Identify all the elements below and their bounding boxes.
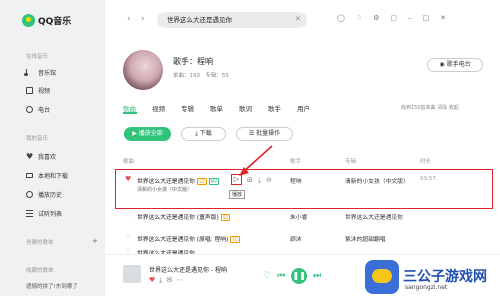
radio-icon — [26, 106, 33, 113]
sidebar-item-label: 播放历史 — [38, 192, 63, 199]
sidebar-item-label: 电台 — [38, 107, 51, 114]
sidebar-item-label: 音乐馆 — [38, 70, 57, 77]
add-playlist-icon[interactable]: + — [92, 237, 98, 245]
sidebar-item-local-downloads[interactable]: 本地和下载 — [26, 171, 68, 180]
sidebar-item-radio[interactable]: 电台 — [26, 105, 50, 114]
sidebar-section-my-music: 我的音乐 — [26, 136, 49, 142]
now-playing-title[interactable]: 世界这么大还是遇见你 - 程响 — [149, 265, 227, 274]
watermark-name: 三公子游戏网 — [403, 269, 487, 285]
heart-icon — [26, 153, 33, 160]
comment-icon[interactable]: ✉ — [166, 276, 172, 285]
like-icon[interactable]: ♥ — [149, 276, 155, 285]
sidebar: QQ音乐 在线音乐 音乐馆 视频 电台 我的音乐 我喜欢 本地和下载 播放历史 … — [0, 0, 105, 296]
like-heart-icon[interactable]: ♡ — [263, 271, 271, 281]
sidebar-section-created[interactable]: 创建的歌单 — [26, 238, 54, 246]
sidebar-section-online: 在线音乐 — [26, 54, 49, 60]
playback-controls: ♡ ⏮ ❚❚ ⏭ — [263, 268, 321, 284]
sidebar-item-favorites[interactable]: 我喜欢 — [26, 152, 56, 161]
app-name: QQ音乐 — [38, 17, 72, 27]
more-icon[interactable]: ⋯ — [176, 276, 183, 285]
sidebar-item-label: 试听列表 — [38, 211, 63, 218]
sidebar-item-collected-playlist[interactable]: 遗憾的拼了!东到哪了 — [26, 282, 78, 290]
site-watermark: 三公子游戏网 sangongzi.net — [365, 258, 500, 296]
sidebar-item-label: 我喜欢 — [38, 154, 57, 161]
history-icon — [26, 191, 33, 198]
app-logo[interactable]: QQ音乐 — [22, 14, 71, 27]
next-icon[interactable]: ⏭ — [313, 271, 321, 281]
sidebar-item-label: 本地和下载 — [38, 173, 69, 180]
video-icon — [26, 87, 33, 94]
now-playing-actions: ♥ ⤓ ✉ ⋯ — [149, 276, 183, 285]
sidebar-item-trial-list[interactable]: 试听列表 — [26, 209, 62, 218]
watermark-url: sangongzi.net — [405, 284, 448, 291]
computer-icon — [26, 173, 33, 178]
pause-icon[interactable]: ❚❚ — [291, 268, 308, 284]
sidebar-section-collected[interactable]: 收藏的歌单 — [26, 266, 54, 274]
sidebar-item-history[interactable]: 播放历史 — [26, 190, 62, 199]
qq-music-logo-icon — [22, 14, 35, 27]
list-icon — [26, 210, 33, 217]
main-panel: ‹ › 世界这么大还是遇见你 ✕ ◯ ♢ ⚙ ▢ – □ ✕ 歌手：程响 单曲：… — [105, 0, 500, 296]
watermark-logo-icon — [365, 260, 399, 294]
sidebar-item-label: 视频 — [38, 88, 51, 95]
previous-icon[interactable]: ⏮ — [277, 271, 285, 281]
now-playing-cover[interactable] — [123, 265, 141, 283]
sidebar-item-video[interactable]: 视频 — [26, 86, 50, 95]
music-note-icon — [24, 69, 33, 76]
sidebar-item-music-hall[interactable]: 音乐馆 — [24, 68, 57, 77]
download-icon[interactable]: ⤓ — [159, 276, 162, 285]
annotation-arrow — [239, 145, 273, 176]
